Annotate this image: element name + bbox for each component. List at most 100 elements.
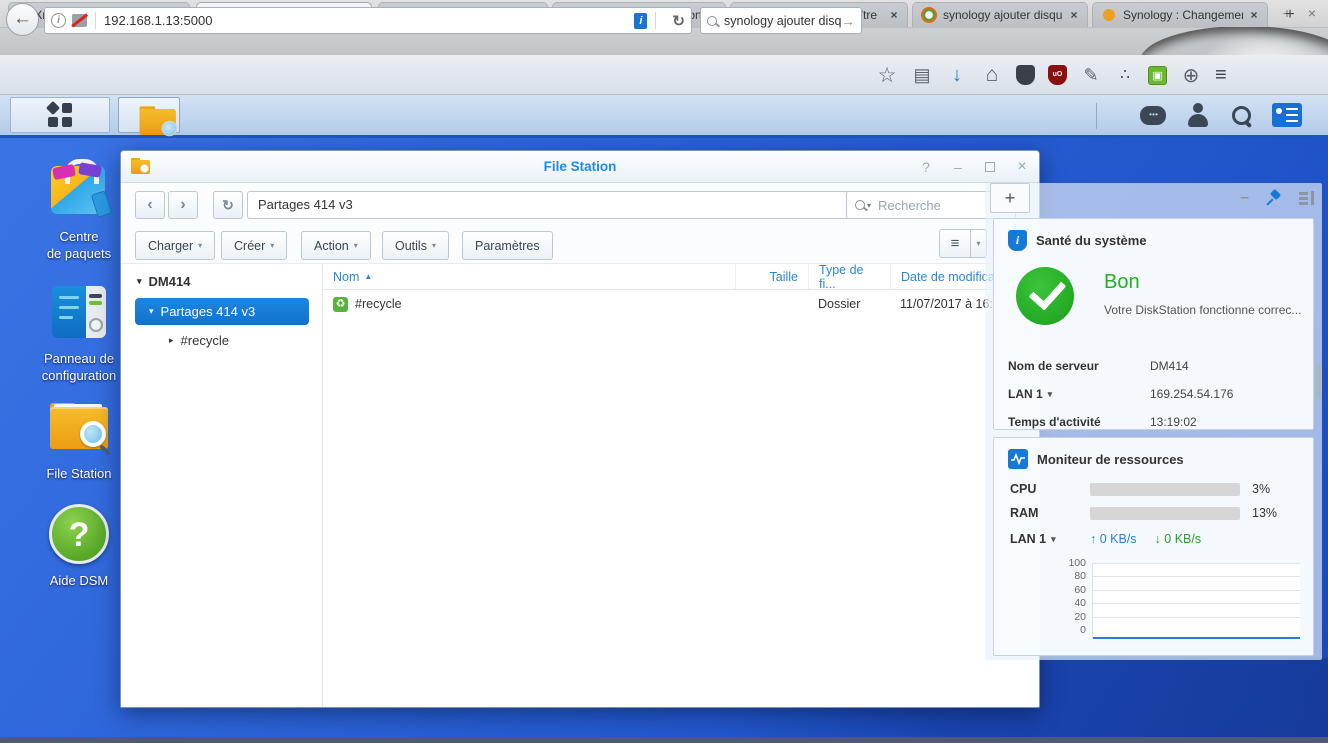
tab-close-icon[interactable]: × [1067, 8, 1081, 22]
tree-item-root[interactable]: ▾ DM414 [137, 274, 322, 289]
site-info-icon[interactable]: i [51, 13, 66, 28]
search-placeholder: Recherche [878, 197, 941, 213]
lan-selector[interactable]: LAN 1 ▾ [1010, 532, 1090, 546]
green-addon-icon[interactable]: ▣ [1148, 65, 1167, 85]
parametres-button[interactable]: Paramètres [462, 231, 553, 260]
search-query-text[interactable]: synology ajouter disque [724, 14, 841, 28]
health-shield-icon: i [1008, 230, 1027, 251]
tree-item-selected[interactable]: ▾ Partages 414 v3 [135, 298, 309, 325]
url-text[interactable]: 192.168.1.13:5000 [104, 13, 634, 28]
resource-monitor-icon [1008, 449, 1028, 469]
user-options-icon[interactable] [1186, 103, 1210, 127]
tab-synology-changement[interactable]: Synology : Changement de × [1092, 2, 1268, 27]
button-label: Action [314, 238, 349, 253]
add-widget-button[interactable]: + [990, 183, 1030, 213]
caret-down-icon: ▾ [270, 241, 275, 250]
column-header-nom[interactable]: Nom ▲ [323, 264, 735, 289]
caret-down-icon[interactable]: ▾ [1051, 534, 1056, 545]
folder-tree-panel: ▾ DM414 ▾ Partages 414 v3 ▸ #recycle [121, 263, 323, 707]
tab-close-icon[interactable]: × [887, 8, 901, 22]
home-icon[interactable]: ⌂ [981, 63, 1003, 87]
widget-panel: + – i Santé du système Bon Votre DiskSta… [985, 183, 1322, 660]
dots-addon-icon[interactable]: ∴ [1115, 65, 1135, 85]
dsm-search-icon[interactable] [1230, 104, 1252, 126]
search-go-icon[interactable]: → [841, 13, 855, 29]
ublock-icon[interactable]: uO [1048, 65, 1067, 85]
window-title: File Station [543, 159, 617, 174]
lan-label-text: LAN 1 [1008, 387, 1043, 401]
notifications-icon[interactable] [1140, 105, 1166, 125]
list-view-icon[interactable]: ≡ [939, 229, 971, 258]
column-header-taille[interactable]: Taille [735, 264, 808, 289]
file-station-titlebar[interactable]: File Station [121, 151, 1039, 183]
path-field[interactable]: Partages 414 v3 ★ [247, 191, 949, 219]
lan-usage-chart [1092, 563, 1300, 639]
plugin-blocked-icon[interactable] [72, 14, 87, 27]
tree-item-recycle[interactable]: ▸ #recycle [169, 333, 322, 348]
sort-asc-icon: ▲ [364, 272, 373, 281]
taskbar-file-station-button[interactable] [118, 97, 180, 137]
nav-refresh-button[interactable]: ↻ [213, 191, 243, 219]
caret-right-icon[interactable]: ▸ [169, 335, 174, 346]
back-button[interactable]: ← [6, 3, 39, 36]
widget-panel-controls: – [1240, 189, 1314, 207]
file-row-recycle[interactable]: ♻ #recycle Dossier 11/07/2017 à 16:2 [323, 290, 1039, 318]
lan-label[interactable]: LAN 1 ▾ [1008, 387, 1150, 401]
url-bar[interactable]: i 192.168.1.13:5000 i ↻ [44, 7, 692, 34]
column-header-type[interactable]: Type de fi... [808, 263, 890, 291]
menu-icon[interactable]: ≡ [1215, 64, 1227, 87]
tab-synology-search[interactable]: synology ajouter disqu × [912, 2, 1088, 27]
uptime-value: 13:19:02 [1150, 415, 1197, 429]
column-label: Date de modificat [901, 269, 999, 284]
maximize-icon[interactable] [985, 162, 995, 172]
nav-back-button[interactable]: ‹ [135, 191, 165, 219]
tab-label: Synology : Changement de [1123, 8, 1243, 22]
main-menu-button[interactable] [10, 97, 110, 133]
column-label: Taille [769, 269, 799, 284]
column-label: Nom [333, 269, 360, 284]
caret-down-icon[interactable]: ▾ [1048, 389, 1053, 400]
view-mode-button[interactable]: ≡ ▾ [939, 229, 987, 258]
help-icon[interactable]: ? [917, 159, 935, 175]
health-description: Votre DiskStation fonctionne correc... [1104, 303, 1302, 317]
search-bar[interactable]: synology ajouter disque → [700, 7, 862, 34]
collapse-widgets-icon[interactable]: – [1240, 189, 1249, 207]
new-tab-button[interactable]: + [1278, 4, 1302, 26]
caret-down-icon[interactable]: ▾ [867, 201, 871, 210]
up-arrow-icon: ↑ [1090, 532, 1097, 546]
search-icon [855, 200, 865, 210]
pin-widgets-icon[interactable] [1266, 190, 1282, 206]
outils-button[interactable]: Outils ▾ [382, 231, 449, 260]
minimize-icon[interactable]: – [949, 159, 967, 175]
caret-down-icon[interactable]: ▾ [137, 276, 142, 287]
bookmark-star-icon[interactable]: ☆ [876, 63, 898, 88]
action-button[interactable]: Action ▾ [301, 231, 371, 260]
charger-button[interactable]: Charger ▾ [135, 231, 216, 260]
close-icon[interactable]: × [1013, 159, 1031, 175]
creer-button[interactable]: Créer ▾ [221, 231, 288, 260]
tab-close-icon[interactable]: × [1247, 8, 1261, 22]
globe-addon-icon[interactable]: ⊕ [1180, 63, 1202, 88]
screenshot-addon-icon[interactable]: ✎ [1080, 65, 1102, 86]
main-menu-icon [45, 100, 73, 128]
tree-label: #recycle [180, 333, 229, 348]
window-close-button[interactable]: × [1303, 6, 1321, 22]
toolbar-icons: ☆ ▤ ↓ ⌂ uO ✎ ∴ ▣ ⊕ ≡ [872, 55, 1328, 95]
reading-list-icon[interactable]: ▤ [911, 65, 933, 86]
caret-down-icon: ▾ [353, 241, 358, 250]
downloads-icon[interactable]: ↓ [946, 64, 968, 87]
button-label: Charger [148, 238, 194, 253]
widget-layout-icon[interactable] [1299, 191, 1314, 205]
page-info-icon[interactable]: i [634, 12, 648, 29]
pocket-icon[interactable] [1016, 65, 1035, 85]
package-center-icon [47, 158, 113, 222]
reload-icon[interactable]: ↻ [672, 12, 685, 30]
widget-scrollbar[interactable] [1316, 363, 1321, 399]
health-ok-icon [1016, 267, 1074, 325]
caret-down-icon[interactable]: ▾ [149, 306, 154, 317]
file-station-icon [131, 158, 150, 174]
nav-forward-button[interactable]: › [168, 191, 198, 219]
pilot-view-icon[interactable] [1272, 103, 1302, 127]
search-icon[interactable] [707, 15, 717, 26]
dsm-taskbar [0, 95, 1328, 138]
